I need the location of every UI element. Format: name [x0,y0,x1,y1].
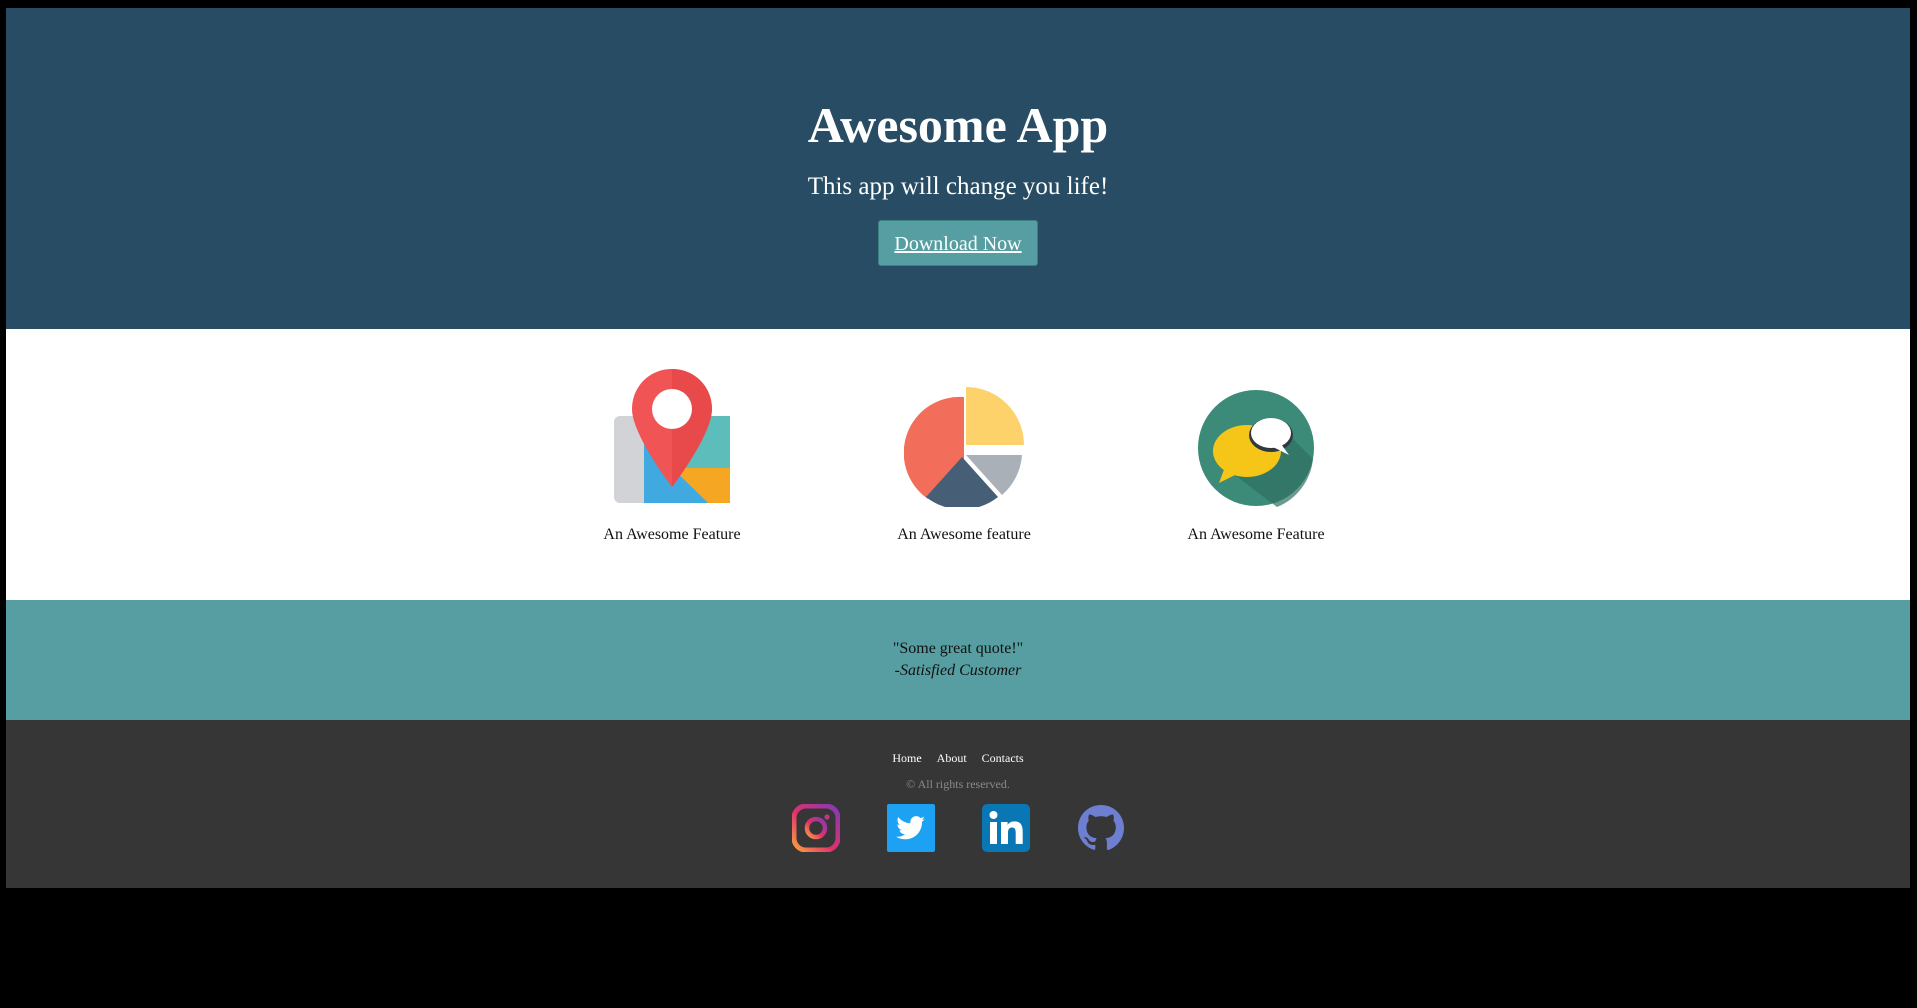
footer-link-home[interactable]: Home [892,751,921,765]
chat-bubbles-icon [1198,390,1314,507]
testimonial-section: "Some great quote!" -Satisfied Customer [6,600,1910,720]
footer-link-contacts[interactable]: Contacts [982,751,1024,765]
download-button[interactable]: Download Now [878,220,1038,266]
footer-link-about[interactable]: About [937,751,967,765]
testimonial-quote: "Some great quote!" [892,640,1024,657]
map-pin-icon [614,369,730,503]
footer-nav: Home About Contacts [6,720,1910,766]
app-title: Awesome App [807,97,1109,153]
page: Awesome App This app will change you lif… [6,8,1910,888]
testimonial-author: -Satisfied Customer [894,662,1022,679]
feature-label: An Awesome Feature [1187,526,1325,543]
github-icon[interactable] [1077,804,1125,852]
feature-label: An Awesome Feature [603,526,741,543]
feature-label: An Awesome feature [897,526,1031,543]
app-subtitle: This app will change you life! [807,173,1109,200]
twitter-icon[interactable] [887,804,935,852]
linkedin-icon[interactable] [982,804,1030,852]
footer: Home About Contacts © All rights reserve… [6,720,1910,888]
copyright-text: © All rights reserved. [906,777,1010,791]
hero-section: Awesome App This app will change you lif… [6,8,1910,329]
instagram-icon[interactable] [792,804,840,852]
pie-chart-icon [904,387,1024,507]
social-links [6,804,1910,852]
features-section: An Awesome Feature An Awesome feature An… [6,329,1910,600]
